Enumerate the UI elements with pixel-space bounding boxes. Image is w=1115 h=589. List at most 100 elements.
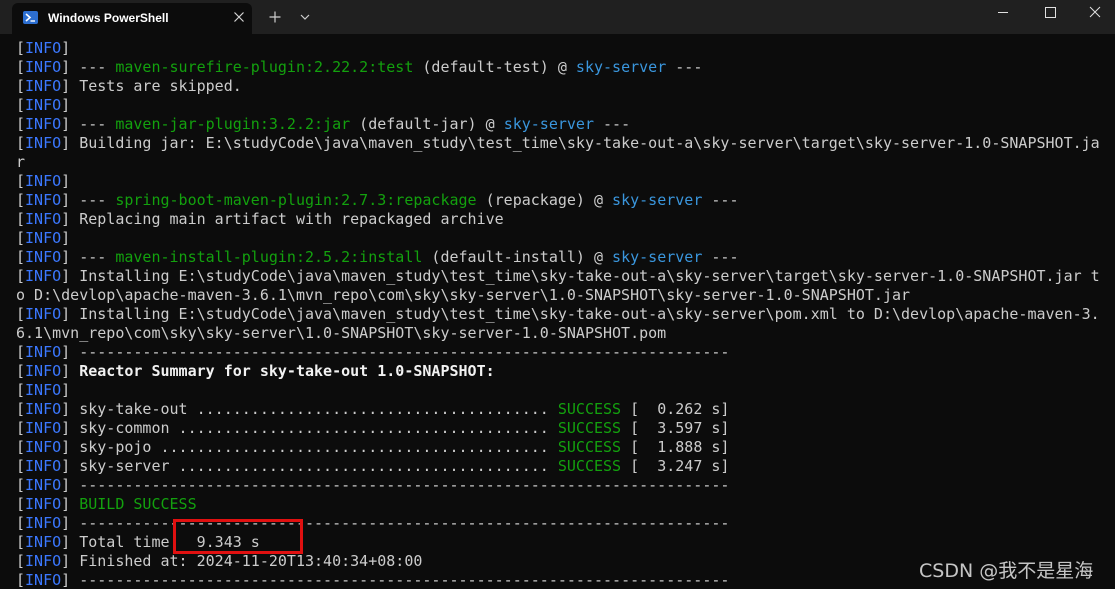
powershell-icon	[23, 11, 38, 24]
terminal-text: [	[16, 39, 26, 57]
terminal-text: sky-server	[612, 191, 703, 209]
terminal-text: ] sky-take-out .........................…	[61, 400, 558, 418]
terminal-text: [	[16, 419, 26, 437]
terminal-text: [	[16, 210, 26, 228]
log-level-tag: INFO	[25, 419, 62, 437]
terminal-text: (repackage) @	[476, 191, 613, 209]
terminal-text: [ 3.247 s]	[621, 457, 730, 475]
terminal-text: ] --------------------------------------…	[61, 571, 730, 589]
terminal-text: [	[16, 172, 26, 190]
terminal-text: ] Building jar: E:\studyCode\java\maven_…	[61, 134, 1100, 152]
log-level-tag: INFO	[25, 495, 62, 513]
terminal-text: 6.1\mvn_repo\com\sky\sky-server\1.0-SNAP…	[16, 324, 667, 342]
terminal-text: [ 3.597 s]	[621, 419, 730, 437]
terminal-text: ] --------------------------------------…	[61, 343, 730, 361]
terminal-text: [	[16, 438, 26, 456]
terminal-text: maven-surefire-plugin:2.22.2:test	[115, 58, 414, 76]
terminal-text: spring-boot-maven-plugin:2.7.3:repackage	[115, 191, 477, 209]
tab-title: Windows PowerShell	[48, 11, 169, 25]
log-level-tag: INFO	[25, 305, 62, 323]
terminal-text: ---	[594, 115, 631, 133]
log-level-tag: INFO	[25, 115, 62, 133]
log-level-tag: INFO	[25, 362, 62, 380]
terminal-text: sky-server	[503, 115, 594, 133]
log-level-tag: INFO	[25, 172, 62, 190]
close-window-button[interactable]	[1072, 0, 1115, 26]
terminal-text: ] Installing E:\studyCode\java\maven_stu…	[61, 267, 1100, 285]
total-time-highlight	[173, 519, 303, 554]
terminal-line: [INFO] --- maven-surefire-plugin:2.22.2:…	[16, 58, 1111, 77]
terminal-line: [INFO] --- maven-jar-plugin:3.2.2:jar (d…	[16, 115, 1111, 134]
terminal-text: maven-jar-plugin:3.2.2:jar	[115, 115, 351, 133]
terminal-line: [INFO]	[16, 39, 1111, 58]
terminal-line: [INFO] Building jar: E:\studyCode\java\m…	[16, 134, 1111, 153]
terminal-text: [	[16, 362, 26, 380]
scrollbar[interactable]	[1109, 34, 1113, 589]
terminal-text: ]	[61, 381, 71, 399]
terminal-text: ]	[61, 96, 71, 114]
terminal-text: ] Tests are skipped.	[61, 77, 242, 95]
terminal-line: [INFO]	[16, 381, 1111, 400]
terminal-text: ]	[61, 172, 71, 190]
terminal-text: Reactor Summary for sky-take-out 1.0-SNA…	[79, 362, 495, 380]
terminal-text: ---	[702, 248, 739, 266]
terminal-line: [INFO] ---------------------------------…	[16, 343, 1111, 362]
log-level-tag: INFO	[25, 343, 62, 361]
terminal-text: (default-test) @	[413, 58, 576, 76]
terminal-lines: [INFO] [INFO] --- maven-surefire-plugin:2…	[16, 39, 1111, 589]
terminal-text: ] --------------------------------------…	[61, 514, 730, 532]
terminal-text: ] ---	[61, 115, 116, 133]
terminal-text: [	[16, 343, 26, 361]
log-level-tag: INFO	[25, 438, 62, 456]
terminal-text: [	[16, 248, 26, 266]
terminal-text: ---	[702, 191, 739, 209]
log-level-tag: INFO	[25, 96, 62, 114]
terminal-text: SUCCESS	[557, 400, 622, 418]
terminal-line: [INFO] sky-pojo ........................…	[16, 438, 1111, 457]
terminal-line: [INFO] Installing E:\studyCode\java\mave…	[16, 267, 1111, 286]
log-level-tag: INFO	[25, 229, 62, 247]
terminal-line: [INFO] Tests are skipped.	[16, 77, 1111, 96]
log-level-tag: INFO	[25, 457, 62, 475]
log-level-tag: INFO	[25, 77, 62, 95]
terminal-line: [INFO]	[16, 172, 1111, 191]
terminal-line: [INFO] sky-take-out ....................…	[16, 400, 1111, 419]
terminal-text: [	[16, 552, 26, 570]
terminal-text: [	[16, 77, 26, 95]
terminal-text: [	[16, 400, 26, 418]
terminal-text: ] Replacing main artifact with repackage…	[61, 210, 504, 228]
tab-dropdown-button[interactable]	[292, 6, 318, 28]
terminal-line: [INFO] --- maven-install-plugin:2.5.2:in…	[16, 248, 1111, 267]
log-level-tag: INFO	[25, 267, 62, 285]
log-level-tag: INFO	[25, 39, 62, 57]
terminal-line: [INFO] Installing E:\studyCode\java\mave…	[16, 305, 1111, 324]
new-tab-button[interactable]	[262, 6, 288, 28]
terminal-text: sky-server	[575, 58, 667, 76]
tab-windows-powershell[interactable]: Windows PowerShell	[12, 3, 252, 34]
terminal-line: [INFO]	[16, 96, 1111, 115]
log-level-tag: INFO	[25, 400, 62, 418]
terminal-line: [INFO] Reactor Summary for sky-take-out …	[16, 362, 1111, 381]
terminal-text: o D:\devlop\apache-maven-3.6.1\mvn_repo\…	[16, 286, 911, 304]
log-level-tag: INFO	[25, 533, 62, 551]
terminal-text: [	[16, 115, 26, 133]
terminal-text: [	[16, 476, 26, 494]
title-bar: Windows PowerShell	[0, 0, 1115, 34]
terminal-text: [	[16, 571, 26, 589]
minimize-button[interactable]	[980, 0, 1026, 26]
terminal-line: [INFO] sky-common ......................…	[16, 419, 1111, 438]
terminal-text: (default-jar) @	[350, 115, 504, 133]
terminal-text: [	[16, 381, 26, 399]
terminal-line: [INFO] BUILD SUCCESS	[16, 495, 1111, 514]
close-icon[interactable]	[229, 7, 249, 27]
terminal-text: ]	[61, 362, 80, 380]
terminal-text: sky-server	[612, 248, 703, 266]
terminal-text: SUCCESS	[557, 419, 622, 437]
terminal-text: r	[16, 153, 26, 171]
terminal-text: ] ---	[61, 191, 116, 209]
terminal-line: r	[16, 153, 1111, 172]
maximize-button[interactable]	[1027, 0, 1073, 26]
terminal-output[interactable]: [INFO] [INFO] --- maven-surefire-plugin:2…	[0, 34, 1115, 589]
log-level-tag: INFO	[25, 210, 62, 228]
terminal-text: ] ---	[61, 58, 116, 76]
